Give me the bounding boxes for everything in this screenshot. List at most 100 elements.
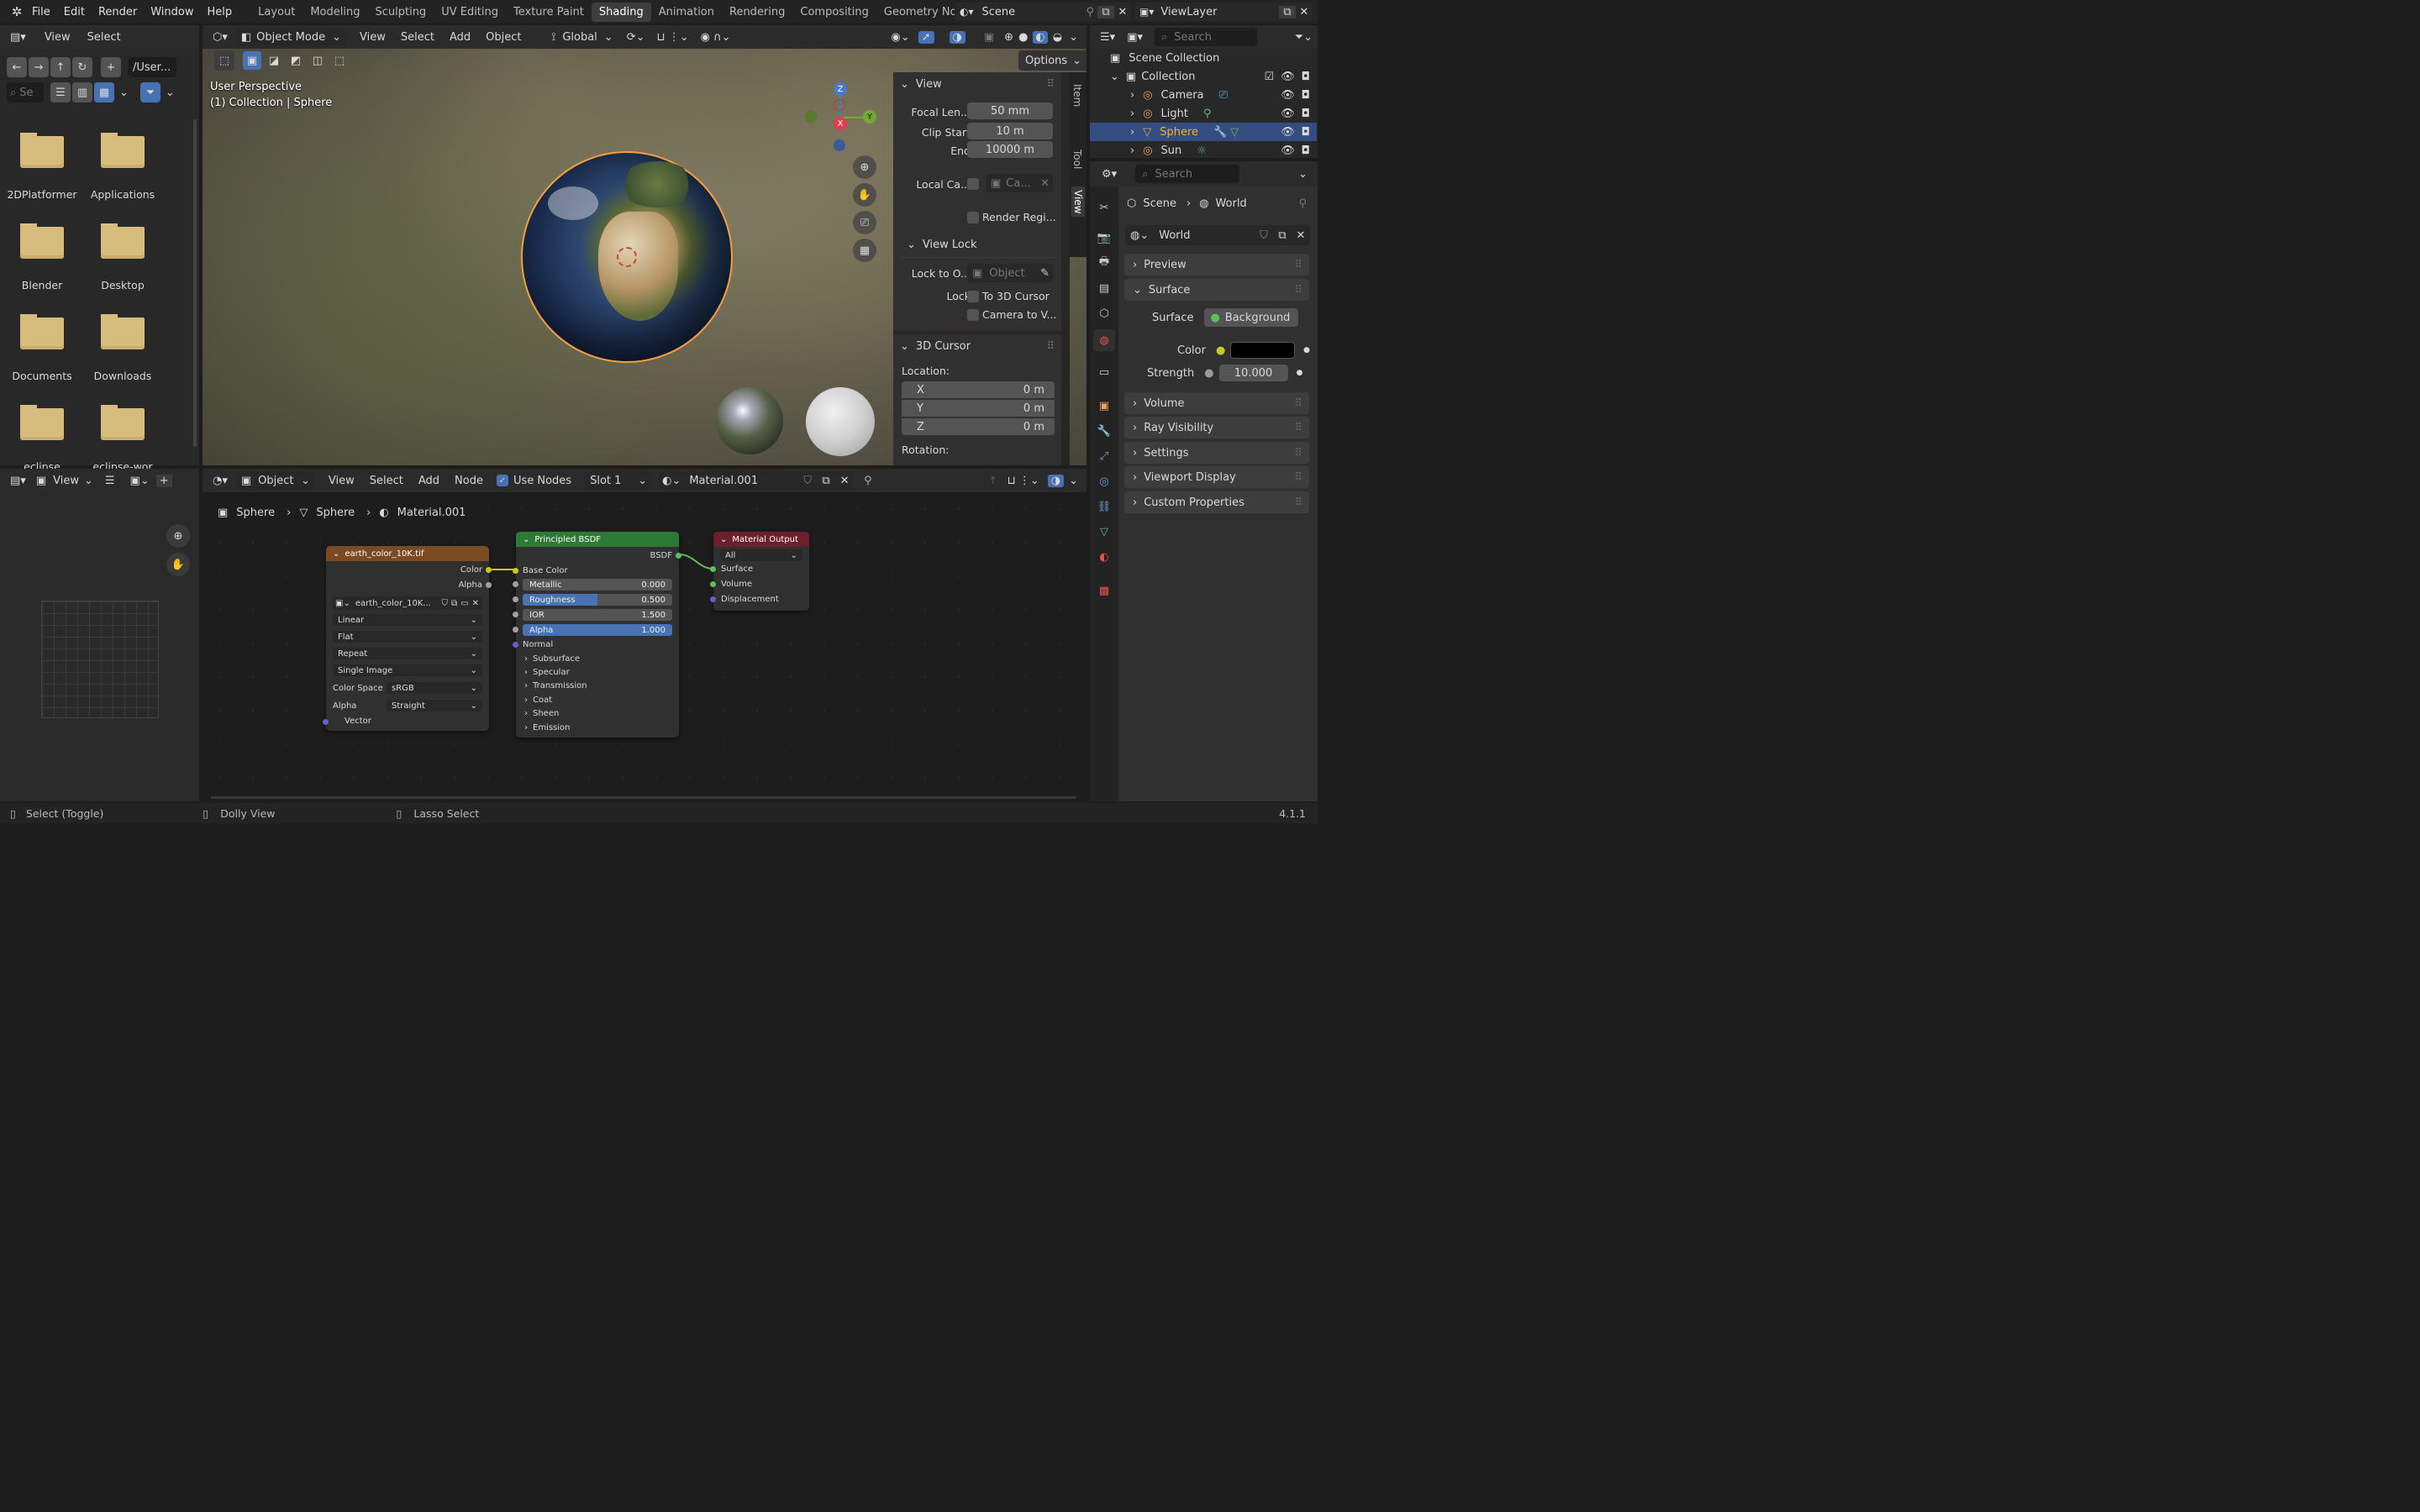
slider-ior[interactable]: IOR 1.500 [523, 609, 672, 621]
back-icon[interactable]: ← [7, 57, 27, 77]
drag-handle-icon[interactable]: ⠿ [1294, 397, 1302, 410]
select-extend-icon[interactable]: ◪ [265, 51, 283, 70]
folder-item[interactable]: 2DPlatformer [2, 133, 82, 217]
gizmo-neg-y-icon[interactable] [805, 111, 817, 123]
bsdf-panel-emission[interactable]: › Emission [516, 720, 679, 735]
material-output-node[interactable]: ⌄ Material Output All ⌄ Surface Volume Dis… [710, 532, 809, 611]
gizmo-neg-z-icon[interactable] [834, 139, 845, 151]
object-tab-icon[interactable]: ▣ [1095, 396, 1113, 415]
eye-icon[interactable]: 👁 [1281, 144, 1295, 157]
viewport-area[interactable]: ⬡▾ ◧ Object Mode ⌄ View Select Add Object … [203, 25, 1086, 465]
render-region-checkbox[interactable] [967, 212, 979, 223]
socket-vector-in[interactable] [323, 719, 329, 725]
new-folder-icon[interactable]: + [101, 57, 121, 77]
snap-icon[interactable]: ⊔ ⋮⌄ [657, 31, 689, 44]
image-datablock[interactable]: ▣⌄ earth_color_10K... ⛉ ⧉ ▭ ✕ [333, 596, 482, 610]
breadcrumb-scene[interactable]: Scene [1143, 197, 1176, 210]
tab-compositing[interactable]: Compositing [792, 3, 876, 22]
orientation-dropdown[interactable]: ⟟ Global ⌄ [551, 31, 613, 44]
gizmo-y-icon[interactable]: Y [863, 110, 876, 123]
node-hscrollbar[interactable] [211, 796, 1076, 799]
cursor-z-field[interactable]: Z 0 m [902, 418, 1055, 435]
fb-menu-view[interactable]: View [45, 31, 71, 44]
tree-item-sphere[interactable]: › ▽ Sphere 🔧 ▽ 👁 ◘ [1090, 123, 1317, 141]
bsdf-panel-sheen[interactable]: › Sheen [516, 706, 679, 722]
tree-scene-collection[interactable]: ▣ Scene Collection [1090, 49, 1317, 67]
select-intersect-icon[interactable]: ⬚ [330, 51, 349, 70]
image-texture-node[interactable]: ⌄ earth_color_10K.tif Color Alpha ▣⌄ earth… [323, 546, 492, 731]
editor-type-icon[interactable]: ☰▾ [1100, 31, 1115, 44]
socket-alpha-out[interactable] [486, 582, 492, 588]
eyedropper-icon[interactable]: ✎ [1040, 267, 1050, 280]
eye-icon[interactable]: 👁 [1281, 108, 1295, 120]
proportional-icon[interactable]: ◉ ∩⌄ [701, 31, 731, 44]
visibility-icon[interactable]: ◉⌄ [891, 31, 909, 44]
options-chevron-icon[interactable]: ⌄ [1298, 168, 1307, 181]
display-mode-icon[interactable]: ▣▾ [1127, 31, 1143, 44]
list-vertical-icon[interactable]: ☰ [50, 82, 71, 102]
lock-to-object-field[interactable]: ▣ Object ✎ [967, 264, 1053, 282]
list-horizontal-icon[interactable]: ▥ [72, 82, 92, 102]
keyframe-dot-icon[interactable]: ● [1303, 346, 1310, 354]
tab-rendering[interactable]: Rendering [722, 3, 792, 22]
color-space-dropdown[interactable]: sRGB ⌄ [387, 682, 482, 694]
3d-cursor-icon[interactable] [617, 247, 637, 267]
socket-ior-in[interactable] [513, 612, 518, 617]
keyframe-dot-icon[interactable]: ● [1297, 369, 1303, 377]
bsdf-panel-coat[interactable]: › Coat [516, 692, 679, 707]
drag-handle-icon[interactable]: ⠿ [1294, 422, 1302, 434]
hand-pan-icon[interactable]: ✋ [853, 183, 876, 207]
physics-tab-icon[interactable]: ◎ [1095, 472, 1113, 491]
panel-custom-properties[interactable]: › Custom Properties ⠿ [1124, 491, 1309, 513]
parent-dir-icon[interactable]: ↑ [50, 57, 71, 77]
zoom-icon[interactable]: ⊕ [853, 155, 876, 179]
image-view-dropdown[interactable]: ▣ View ⌄ [36, 475, 93, 487]
new-viewlayer-icon[interactable]: ⧉ [1279, 5, 1296, 18]
properties-search-input[interactable]: ⌕ Search [1135, 165, 1240, 183]
panel-settings[interactable]: › Settings ⠿ [1124, 442, 1309, 464]
solid-shading-icon[interactable]: ● [1018, 31, 1028, 44]
principled-bsdf-node[interactable]: ⌄ Principled BSDF BSDF Base Color Metalli… [513, 532, 681, 738]
particles-tab-icon[interactable]: ⤢ [1095, 447, 1113, 465]
camera-render-icon[interactable]: ◘ [1302, 126, 1310, 139]
xray-icon[interactable]: ▣ [984, 31, 994, 44]
3d-cursor-panel-header[interactable]: ⌄ 3D Cursor ⠿ [893, 334, 1061, 358]
folder-item[interactable]: Documents [2, 314, 82, 398]
cursor-x-field[interactable]: X 0 m [902, 381, 1055, 398]
menu-help[interactable]: Help [208, 6, 233, 18]
checkbox-icon[interactable]: ☑ [1265, 71, 1275, 83]
npanel-tab-tool[interactable]: Tool [1071, 150, 1083, 169]
panel-ray-visibility[interactable]: › Ray Visibility ⠿ [1124, 417, 1309, 438]
zoom-icon[interactable]: ⊕ [166, 524, 190, 548]
slider-roughness[interactable]: Roughness 0.500 [523, 594, 672, 606]
bsdf-panel-specular[interactable]: › Specular [516, 664, 679, 680]
view-layer-tab-icon[interactable]: ▤ [1095, 279, 1113, 297]
gizmo-neg-x-icon[interactable] [834, 99, 845, 111]
material-tab-icon[interactable]: ◐ [1095, 548, 1113, 566]
socket-roughness-in[interactable] [513, 596, 518, 602]
socket-volume-in[interactable] [710, 581, 716, 587]
bsdf-panel-subsurface[interactable]: › Subsurface [516, 651, 679, 666]
eye-icon[interactable]: 👁 [1281, 89, 1295, 102]
color-swatch[interactable] [1230, 342, 1296, 359]
viewlayer-selector[interactable]: ▣▾ ViewLayer ⧉ ✕ [1134, 3, 1313, 21]
filter-chevron-icon[interactable]: ⌄ [166, 87, 175, 99]
drag-handle-icon[interactable]: ⠿ [1294, 471, 1302, 484]
tab-uv-editing[interactable]: UV Editing [434, 3, 506, 22]
modifier-tab-icon[interactable]: 🔧 [1095, 422, 1113, 440]
fake-user-icon[interactable]: ⛉ [442, 599, 449, 608]
panel-volume[interactable]: › Volume ⠿ [1124, 392, 1309, 414]
npanel-tab-item[interactable]: Item [1071, 84, 1083, 107]
pin-icon[interactable]: ⚲ [1298, 197, 1307, 210]
vp-menu-select[interactable]: Select [401, 31, 434, 44]
folder-item[interactable]: Desktop [82, 223, 163, 307]
texture-tab-icon[interactable]: ▩ [1095, 581, 1113, 600]
options-dropdown[interactable]: Options ⌄ [1018, 50, 1086, 71]
strength-field[interactable]: 10.000 [1218, 365, 1288, 381]
projection-dropdown[interactable]: Flat ⌄ [333, 631, 482, 643]
folder-item[interactable]: Applications [82, 133, 163, 217]
camera-render-icon[interactable]: ◘ [1302, 89, 1310, 102]
hand-pan-icon[interactable]: ✋ [166, 553, 190, 576]
tree-item-sun[interactable]: › ◎ Sun ☼ 👁 ◘ [1090, 141, 1317, 160]
drag-handle-icon[interactable]: ⠿ [1046, 78, 1055, 91]
